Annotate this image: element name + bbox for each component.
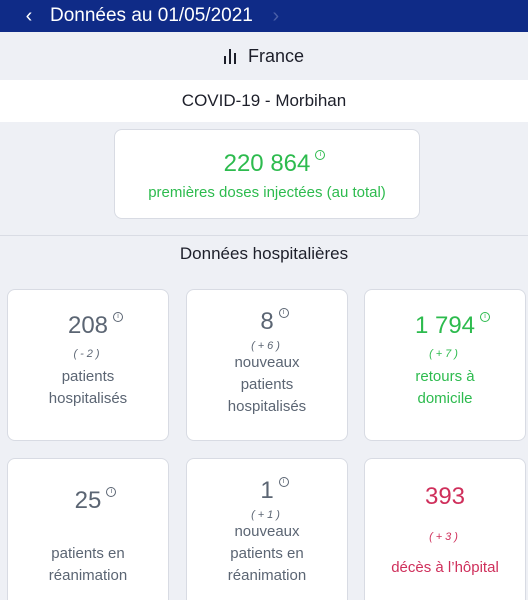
stat-card-new-hospitalized[interactable]: 8i (+6) nouveaux patients hospitalisés xyxy=(186,289,348,441)
stat-card-returns-home[interactable]: 1 794 i (+7) retours à domicile xyxy=(364,289,526,441)
stat-value-wrap: 208 i xyxy=(67,312,124,340)
date-navigation-bar: ‹ Données au 01/05/2021 › xyxy=(0,0,528,32)
stat-value: 208 xyxy=(67,312,109,339)
vaccination-section: 220 864 i premières doses injectées (au … xyxy=(0,122,528,236)
stat-label-line: patients en xyxy=(51,545,125,562)
stat-value: 1 xyxy=(260,477,274,504)
region-title: COVID-19 - Morbihan xyxy=(0,80,528,122)
chevron-left-icon[interactable]: ‹ xyxy=(20,5,38,28)
country-label: France xyxy=(247,45,305,66)
hospital-section-title: Données hospitalières xyxy=(179,244,349,263)
stat-card-intensive-care[interactable]: 25 i patients en réanimation xyxy=(7,458,169,600)
stat-delta: (+7) xyxy=(429,348,461,360)
info-icon[interactable]: i xyxy=(315,150,326,160)
stat-label-line: hospitalisés xyxy=(227,398,307,415)
stat-label-line: domicile xyxy=(417,390,473,407)
vaccination-value: 220 864 xyxy=(223,150,311,177)
stat-value-wrap: 8i xyxy=(260,308,289,336)
stat-label-line: nouveaux xyxy=(234,523,300,540)
vaccination-value-wrap: 220 864 i xyxy=(223,150,326,178)
info-icon[interactable]: i xyxy=(113,312,124,322)
stat-delta: (+6) xyxy=(251,340,283,352)
info-icon[interactable]: i xyxy=(278,477,289,487)
stat-label-line: réanimation xyxy=(48,567,128,584)
stat-label-line: patients xyxy=(240,376,294,393)
stat-value-wrap: 25 i xyxy=(74,487,117,515)
stat-card-new-intensive-care[interactable]: 1i (+1) nouveaux patients en réanimation xyxy=(186,458,348,600)
stat-value: 25 xyxy=(74,487,102,514)
info-icon[interactable]: i xyxy=(106,487,117,497)
stat-delta: (-2) xyxy=(73,348,103,360)
stat-value: 8 xyxy=(260,308,274,335)
chevron-right-icon[interactable]: › xyxy=(267,5,285,28)
bar-chart-icon xyxy=(223,48,236,64)
stat-label-line: patients en xyxy=(230,545,304,562)
stat-label-line: patients xyxy=(61,368,115,385)
stat-value: 1 794 xyxy=(414,312,476,339)
stat-value-wrap: 1i xyxy=(260,477,289,505)
info-icon[interactable]: i xyxy=(480,312,491,322)
stat-card-hospitalized[interactable]: 208 i (-2) patients hospitalisés xyxy=(7,289,169,441)
vaccination-card[interactable]: 220 864 i premières doses injectées (au … xyxy=(114,129,420,219)
stat-label-line: hospitalisés xyxy=(48,390,128,407)
vaccination-label: premières doses injectées (au total) xyxy=(148,184,386,201)
stat-label-line: retours à xyxy=(415,368,475,385)
info-icon[interactable]: i xyxy=(278,308,289,318)
stat-value: 393 xyxy=(424,483,466,510)
stat-label-line: décès à l’hôpital xyxy=(391,559,499,576)
region-title-text: COVID-19 - Morbihan xyxy=(181,91,347,110)
date-title: Données au 01/05/2021 xyxy=(50,5,253,26)
stat-label-line: nouveaux xyxy=(234,354,300,371)
stat-label-line: réanimation xyxy=(227,567,307,584)
stat-card-hospital-deaths[interactable]: 393 (+3) décès à l’hôpital xyxy=(364,458,526,600)
country-selector[interactable]: France xyxy=(0,32,528,80)
stat-value-wrap: 1 794 i xyxy=(414,312,491,340)
stat-delta: (+3) xyxy=(429,531,461,543)
stat-delta: (+1) xyxy=(251,509,283,521)
